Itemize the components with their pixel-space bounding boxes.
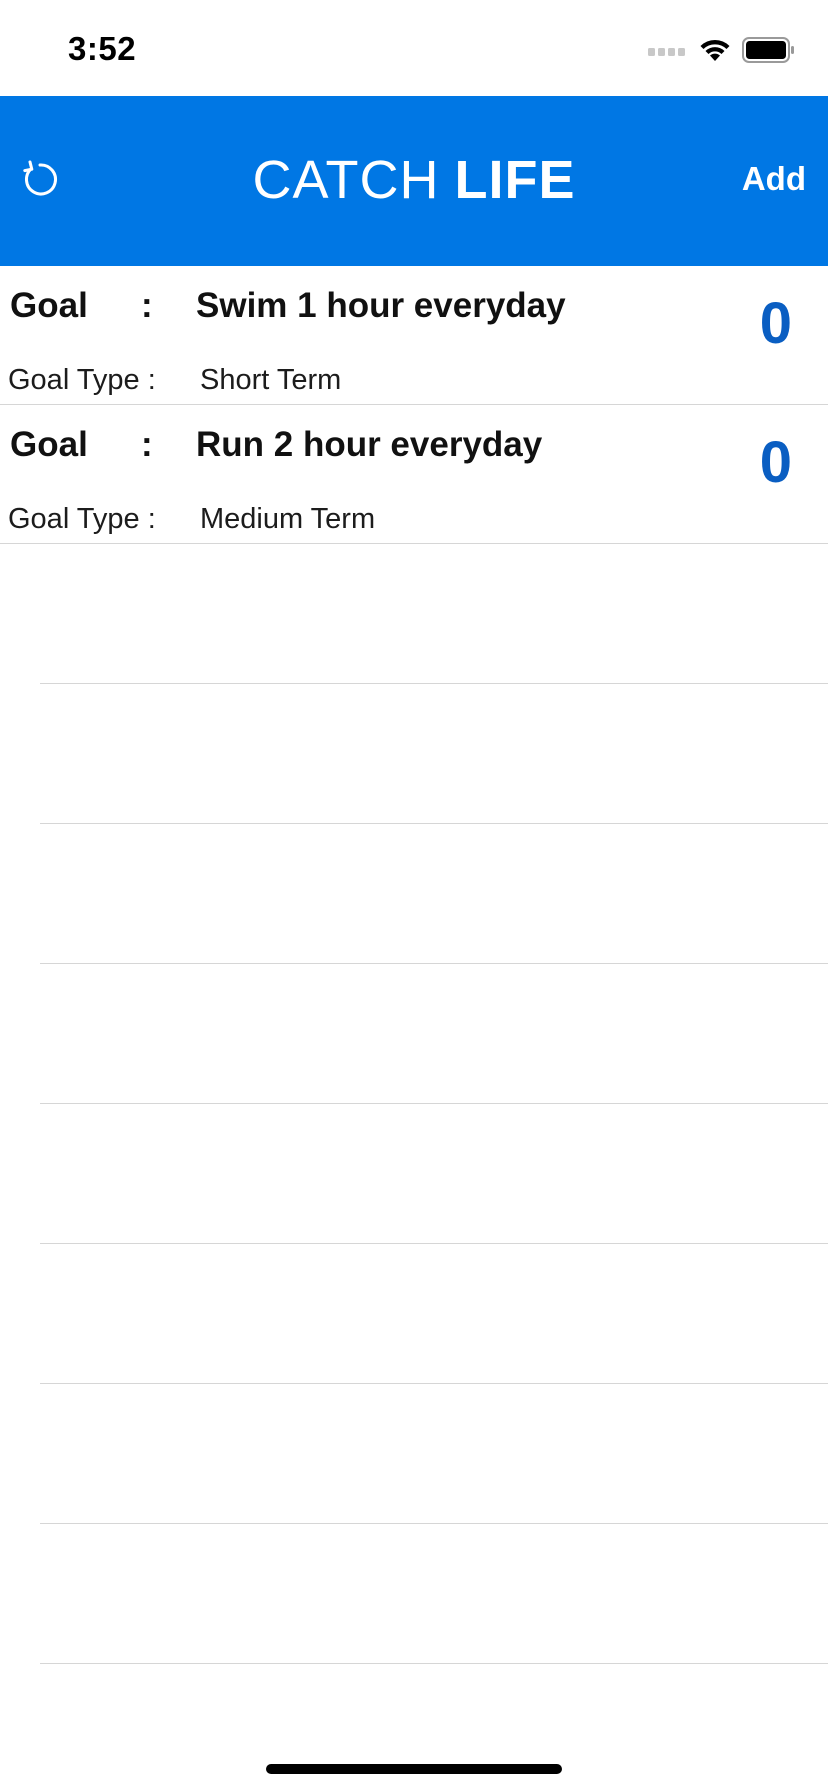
goal-list: Goal : Swim 1 hour everyday 0 Goal Type … — [0, 266, 828, 1664]
goal-type-value: Short Term — [200, 364, 342, 396]
empty-row-separator — [40, 964, 828, 1104]
navigation-bar: CATCH LIFE Add — [0, 96, 828, 266]
goal-colon: : — [141, 286, 153, 325]
goal-type-value: Medium Term — [200, 503, 376, 535]
app-title-thin: CATCH — [252, 150, 440, 210]
battery-icon — [742, 37, 794, 63]
empty-row-separator — [40, 1524, 828, 1664]
goal-count: 0 — [759, 291, 792, 356]
goal-title: Run 2 hour everyday — [196, 425, 543, 464]
status-time: 3:52 — [68, 30, 137, 67]
goal-type-label: Goal Type : — [8, 364, 156, 396]
add-button[interactable]: Add — [742, 160, 806, 198]
cellular-signal-icon — [648, 48, 685, 56]
app-screen: 3:52 CATCH LIFE Add Goal: Swim 1 hour e… — [0, 0, 828, 1792]
goal-colon: : — [141, 425, 153, 464]
app-title-bold: LIFE — [454, 150, 576, 210]
empty-row-separator — [40, 824, 828, 964]
status-bar: 3:52 — [0, 0, 828, 96]
empty-row-separator — [40, 544, 828, 684]
app-title: CATCH LIFE — [0, 148, 828, 212]
home-indicator[interactable] — [266, 1764, 562, 1774]
empty-row-separator — [40, 1104, 828, 1244]
status-icons — [648, 34, 796, 66]
goal-title: Swim 1 hour everyday — [196, 286, 566, 325]
empty-row-separator — [40, 1384, 828, 1524]
goal-label: Goal — [10, 286, 88, 325]
goal-count: 0 — [759, 430, 792, 495]
wifi-icon — [700, 39, 730, 61]
empty-row-separator — [40, 684, 828, 824]
empty-row-separator — [40, 1244, 828, 1384]
goal-row[interactable]: Goal : Swim 1 hour everyday 0 Goal Type … — [0, 266, 828, 405]
goal-row[interactable]: Goal : Run 2 hour everyday 0 Goal Type :… — [0, 405, 828, 544]
goal-type-label: Goal Type : — [8, 503, 156, 535]
goal-label: Goal — [10, 425, 88, 464]
